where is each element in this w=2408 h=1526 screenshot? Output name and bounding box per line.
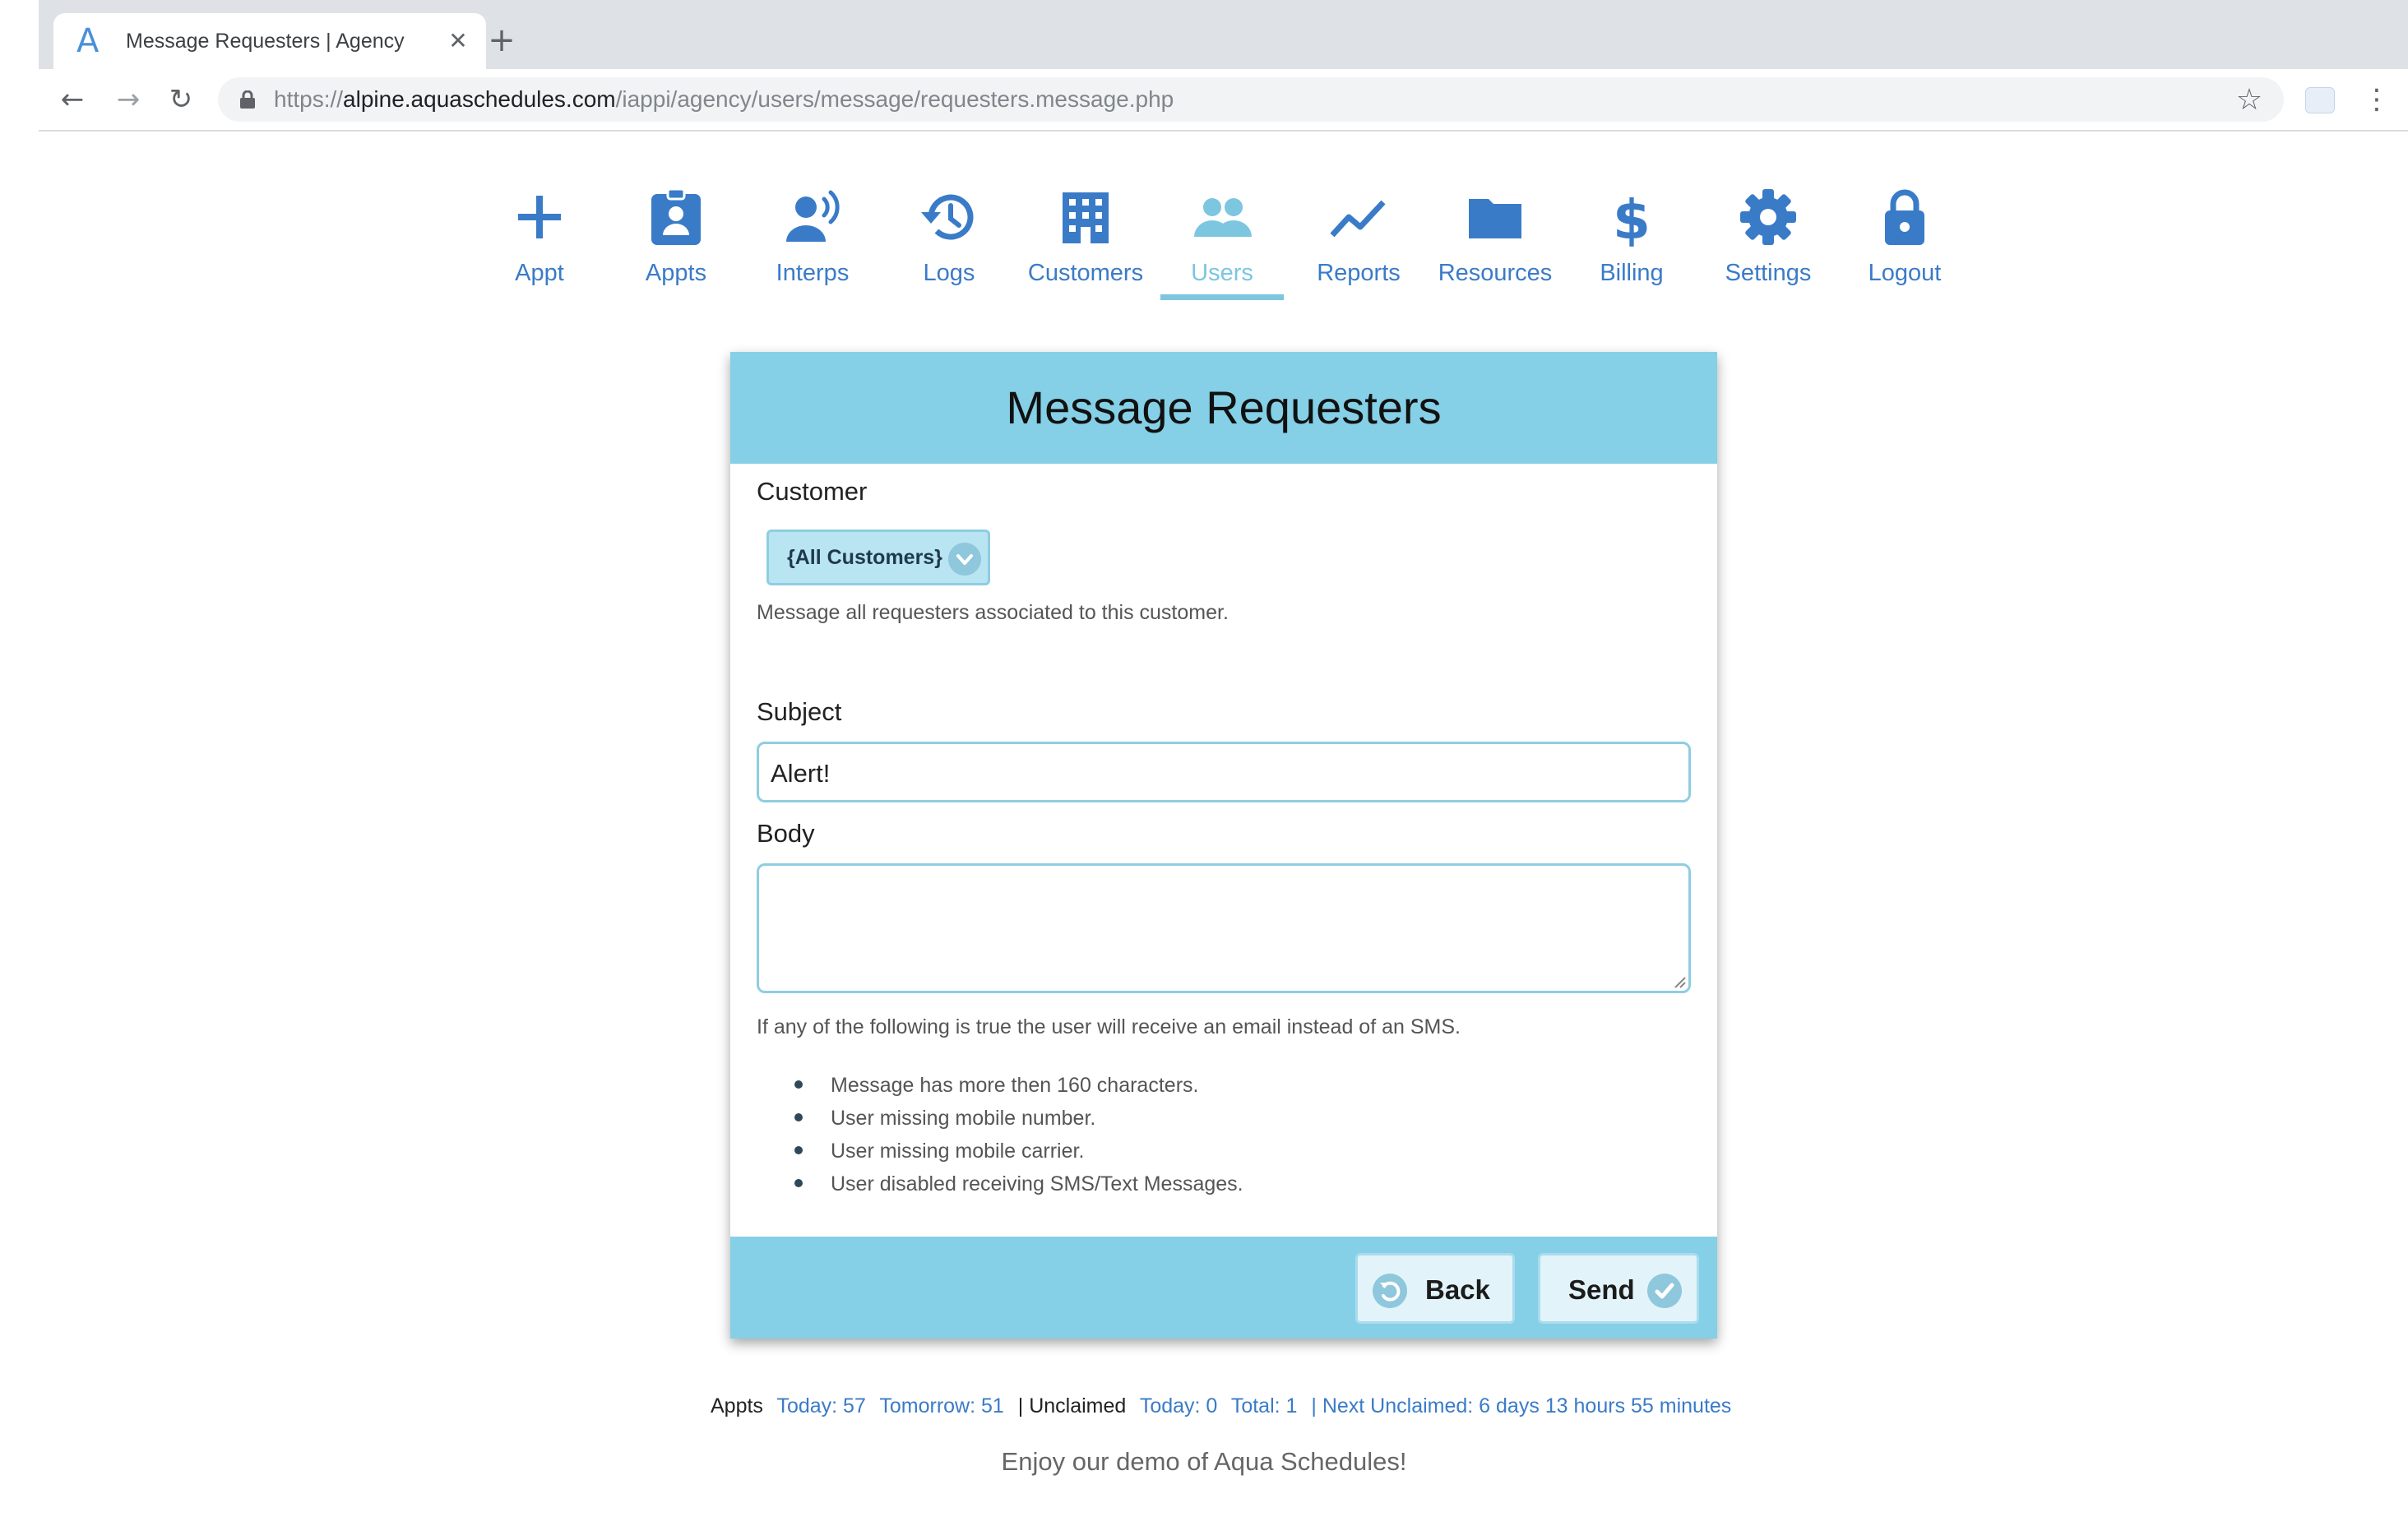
- nav-item-settings[interactable]: Settings: [1700, 181, 1836, 304]
- forward-arrow-icon[interactable]: →: [109, 81, 147, 118]
- message-requesters-card: Message Requesters Customer {All Custome…: [730, 352, 1717, 1339]
- body-label: Body: [757, 819, 815, 848]
- browser-toolbar: ← → ↻ https://alpine.aquaschedules.com/i…: [39, 69, 2408, 132]
- body-textarea[interactable]: [757, 863, 1691, 993]
- customer-help-text: Message all requesters associated to thi…: [757, 601, 1229, 624]
- card-header: Message Requesters: [730, 352, 1717, 464]
- nav-item-customers[interactable]: Customers: [1017, 181, 1154, 304]
- list-item: Message has more then 160 characters.: [794, 1069, 1243, 1102]
- reload-icon[interactable]: ↻: [162, 81, 200, 118]
- sms-note: If any of the following is true the user…: [757, 1015, 1461, 1038]
- list-item: User missing mobile carrier.: [794, 1135, 1243, 1168]
- checkmark-icon: [1647, 1274, 1682, 1308]
- condition-text: User missing mobile carrier.: [831, 1140, 1085, 1163]
- nav-item-billing[interactable]: $ Billing: [1563, 181, 1700, 304]
- nav-item-appts[interactable]: Appts: [608, 181, 744, 304]
- padlock-icon: [240, 90, 255, 109]
- condition-text: Message has more then 160 characters.: [831, 1074, 1199, 1097]
- new-tab-icon[interactable]: +: [483, 21, 521, 59]
- nav-item-reports[interactable]: Reports: [1290, 181, 1427, 304]
- gear-icon: [1740, 189, 1796, 245]
- resize-grip-icon[interactable]: [1672, 974, 1687, 989]
- unclaimed-today-link[interactable]: Today: 0: [1140, 1394, 1218, 1417]
- building-icon: [1063, 192, 1109, 243]
- browser-window: A Message Requesters | Agency ✕ + ← → ↻ …: [39, 0, 2408, 132]
- browser-menu-icon[interactable]: ⋮: [2363, 81, 2391, 118]
- nav-label: Logout: [1868, 260, 1942, 286]
- active-nav-indicator: [1160, 294, 1284, 300]
- appts-today-link[interactable]: Today: 57: [776, 1394, 865, 1417]
- history-icon: [921, 194, 974, 240]
- page-title: Message Requesters: [1006, 382, 1442, 433]
- back-arrow-icon[interactable]: ←: [53, 81, 91, 118]
- sms-conditions-list: Message has more then 160 characters. Us…: [794, 1069, 1243, 1200]
- address-bar[interactable]: https://alpine.aquaschedules.com/iappi/a…: [218, 77, 2284, 122]
- list-item: User disabled receiving SMS/Text Message…: [794, 1168, 1243, 1200]
- main-nav: Appt Appts Interps Logs Customers Users …: [0, 181, 2408, 304]
- nav-item-users[interactable]: Users: [1154, 181, 1290, 304]
- appts-label: Appts: [711, 1394, 763, 1417]
- nav-item-resources[interactable]: Resources: [1427, 181, 1563, 304]
- bullet-icon: [794, 1113, 803, 1121]
- chevron-down-icon: [948, 543, 981, 576]
- bullet-icon: [794, 1179, 803, 1187]
- users-icon: [1194, 198, 1252, 237]
- subject-input[interactable]: Alert!: [757, 742, 1691, 802]
- bullet-icon: [794, 1146, 803, 1154]
- nav-item-appt[interactable]: Appt: [471, 181, 608, 304]
- list-item: User missing mobile number.: [794, 1102, 1243, 1135]
- nav-item-logs[interactable]: Logs: [881, 181, 1017, 304]
- nav-item-interps[interactable]: Interps: [744, 181, 881, 304]
- dollar-icon: $: [1613, 188, 1651, 247]
- next-unclaimed-link[interactable]: | Next Unclaimed: 6 days 13 hours 55 min…: [1311, 1394, 1731, 1417]
- undo-icon: [1373, 1274, 1407, 1308]
- clipboard-user-icon: [651, 187, 701, 245]
- demo-tagline: Enjoy our demo of Aqua Schedules!: [1001, 1447, 1407, 1476]
- customer-label: Customer: [757, 477, 868, 506]
- browser-tab[interactable]: A Message Requesters | Agency ✕: [53, 13, 486, 69]
- send-button[interactable]: Send: [1538, 1253, 1699, 1324]
- close-tab-icon[interactable]: ✕: [443, 26, 473, 56]
- svg-text:$: $: [1613, 188, 1651, 247]
- subject-label: Subject: [757, 697, 842, 726]
- condition-text: User disabled receiving SMS/Text Message…: [831, 1172, 1243, 1195]
- subject-input-value: Alert!: [771, 759, 831, 788]
- appts-tomorrow-link[interactable]: Tomorrow: 51: [879, 1394, 1003, 1417]
- card-footer: Back Send: [730, 1237, 1717, 1339]
- user-voice-icon: [786, 190, 840, 242]
- nav-item-logout[interactable]: Logout: [1836, 181, 1973, 304]
- tab-strip: A Message Requesters | Agency ✕ +: [39, 0, 2408, 69]
- aqua-favicon-icon: A: [76, 22, 100, 60]
- send-button-label: Send: [1568, 1274, 1635, 1305]
- folder-icon: [1469, 199, 1521, 238]
- condition-text: User missing mobile number.: [831, 1107, 1096, 1130]
- extension-icon[interactable]: [2305, 87, 2335, 113]
- customer-select[interactable]: {All Customers}: [766, 529, 990, 585]
- unclaimed-label: | Unclaimed: [1017, 1394, 1127, 1417]
- url-text: https://alpine.aquaschedules.com/iappi/a…: [274, 86, 1174, 112]
- chart-line-icon: [1330, 200, 1386, 238]
- unclaimed-total-link[interactable]: Total: 1: [1231, 1394, 1298, 1417]
- customer-select-value: {All Customers}: [787, 546, 942, 569]
- bullet-icon: [794, 1080, 803, 1089]
- back-button-label: Back: [1425, 1274, 1490, 1305]
- bookmark-star-icon[interactable]: ☆: [2233, 84, 2266, 117]
- back-button[interactable]: Back: [1355, 1253, 1515, 1324]
- tab-title: Message Requesters | Agency: [126, 30, 405, 53]
- appointment-stats: Appts Today: 57 Tomorrow: 51 | Unclaimed…: [711, 1391, 1739, 1421]
- lock-icon: [1885, 189, 1924, 245]
- plus-icon: [518, 196, 561, 238]
